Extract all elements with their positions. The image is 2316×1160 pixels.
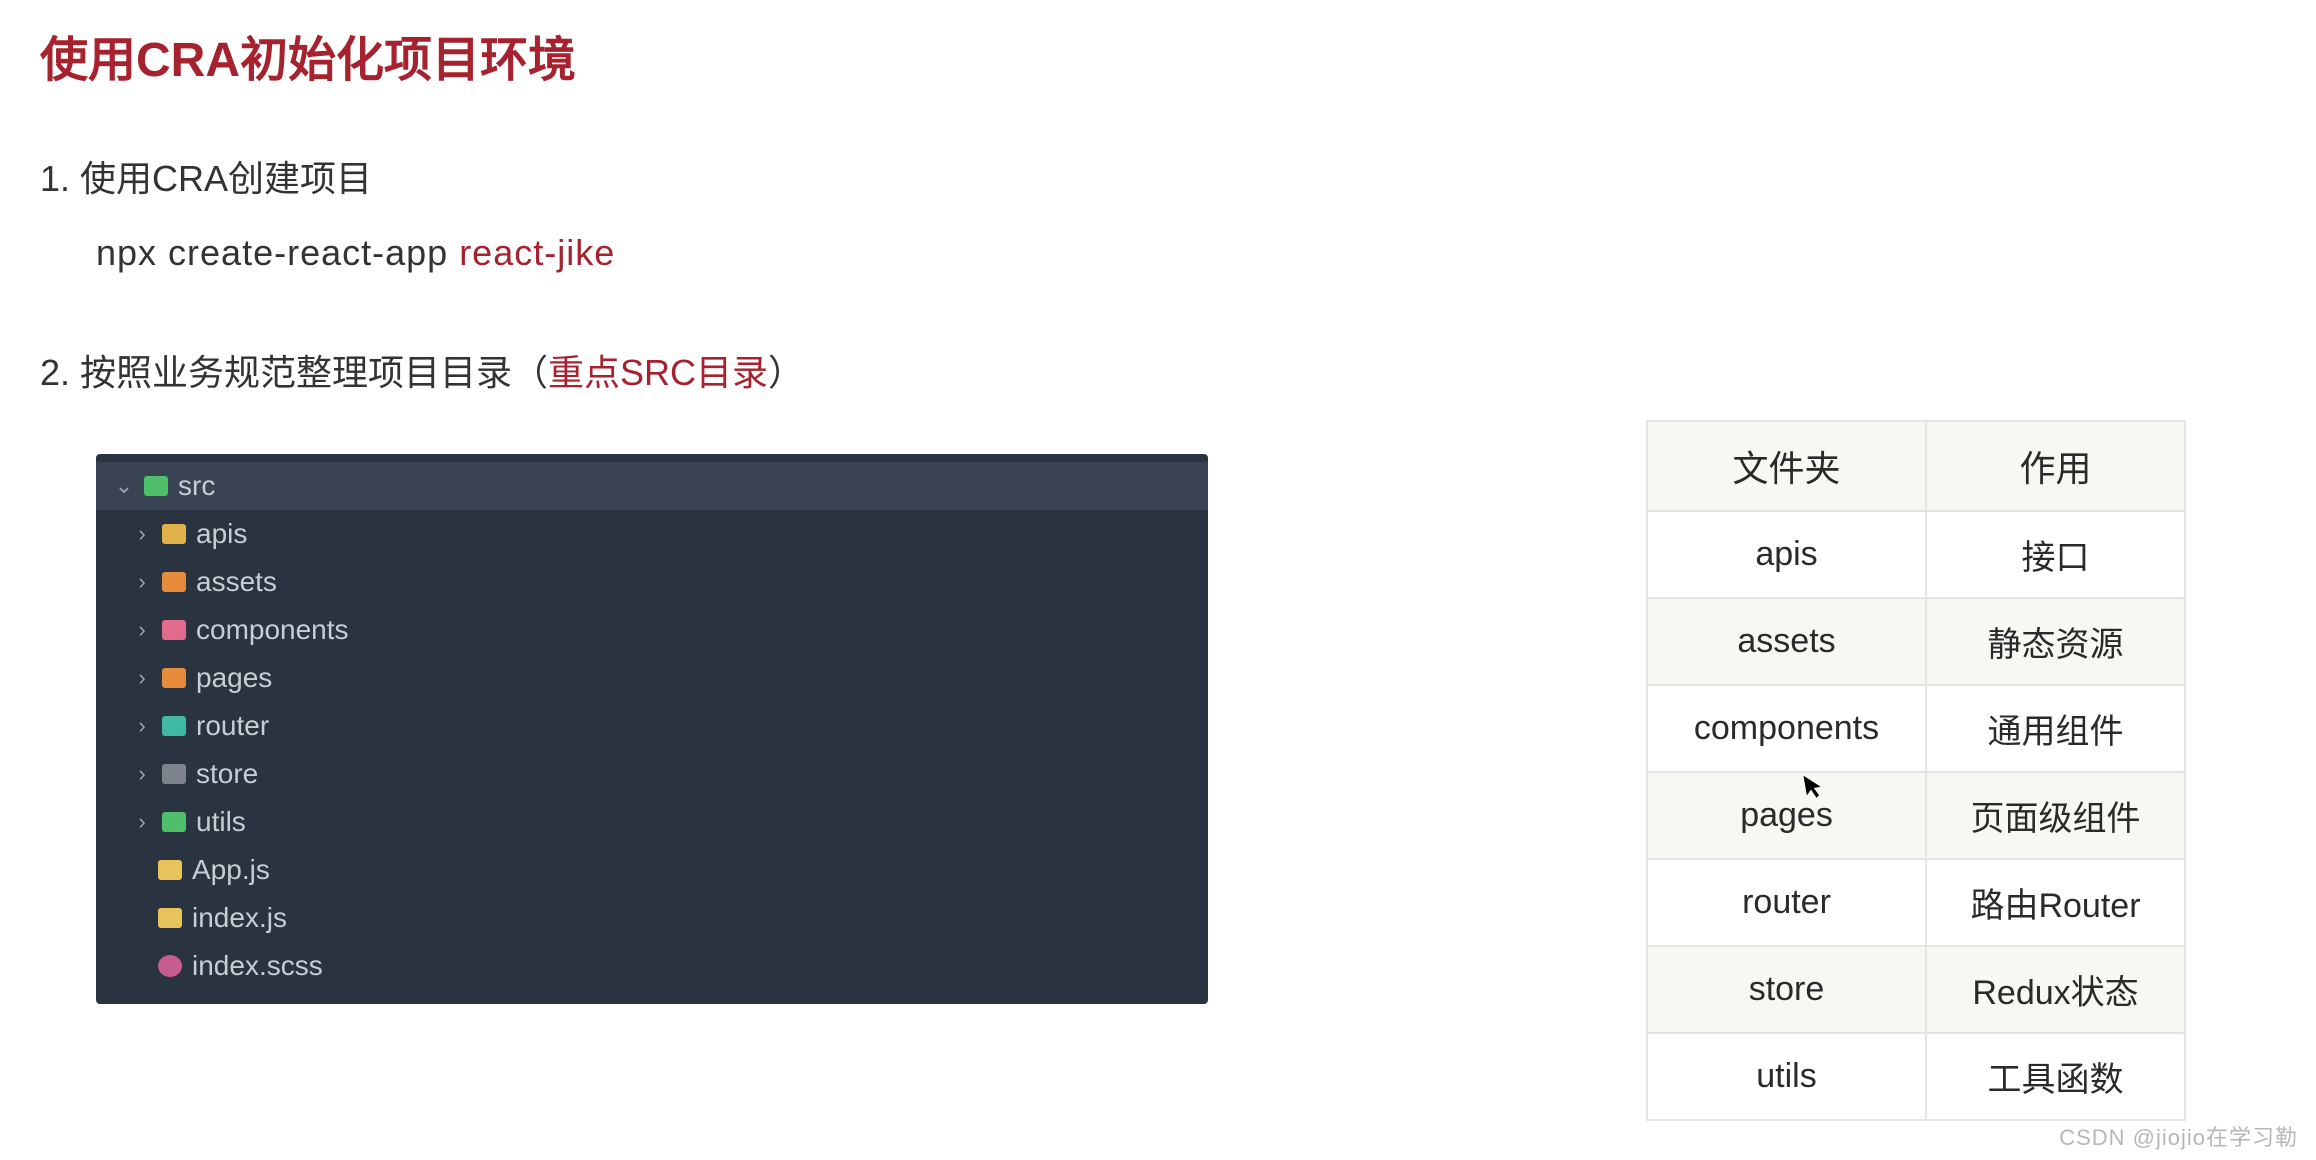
tree-root-row[interactable]: ⌄ src	[96, 462, 1208, 510]
tree-item-store[interactable]: › store	[96, 750, 1208, 798]
tree-item-utils[interactable]: › utils	[96, 798, 1208, 846]
table-cell-folder: pages	[1647, 772, 1926, 859]
table-cell-desc: 通用组件	[1926, 685, 2185, 772]
file-tree-panel: ⌄ src › apis › assets › compone	[96, 454, 1208, 1004]
tree-file-index-js[interactable]: index.js	[96, 894, 1208, 942]
table-cell-folder: store	[1647, 946, 1926, 1033]
chevron-right-icon: ›	[132, 809, 152, 835]
chevron-right-icon: ›	[132, 521, 152, 547]
tree-item-assets[interactable]: › assets	[96, 558, 1208, 606]
table-cell-folder: apis	[1647, 511, 1926, 598]
table-row: components 通用组件	[1647, 685, 2185, 772]
table-cell-desc: 路由Router	[1926, 859, 2185, 946]
tree-file-app-js[interactable]: App.js	[96, 846, 1208, 894]
tree-item-components[interactable]: › components	[96, 606, 1208, 654]
chevron-down-icon: ⌄	[114, 473, 134, 499]
section2-highlight: 重点SRC目录	[548, 352, 768, 393]
table-cell-desc: 工具函数	[1926, 1033, 2185, 1120]
folder-icon	[162, 620, 186, 640]
tree-file-label: App.js	[192, 854, 270, 886]
table-cell-desc: 接口	[1926, 511, 2185, 598]
chevron-right-icon: ›	[132, 713, 152, 739]
tree-file-label: index.js	[192, 902, 287, 934]
section2-heading: 2. 按照业务规范整理项目目录（重点SRC目录）	[40, 344, 2276, 396]
table-cell-folder: assets	[1647, 598, 1926, 685]
js-file-icon	[158, 860, 182, 880]
table-cell-folder: components	[1647, 685, 1926, 772]
table-row: pages 页面级组件	[1647, 772, 2185, 859]
table-cell-folder: utils	[1647, 1033, 1926, 1120]
tree-item-label: store	[196, 758, 258, 790]
table-cell-desc: 静态资源	[1926, 598, 2185, 685]
folder-icon	[162, 812, 186, 832]
folder-icon	[162, 716, 186, 736]
tree-file-index-scss[interactable]: index.scss	[96, 942, 1208, 990]
section-1: 1. 使用CRA创建项目 npx create-react-app react-…	[40, 150, 2276, 274]
folder-icon	[162, 572, 186, 592]
command-prefix: npx create-react-app	[96, 232, 459, 273]
section2-suffix: ）	[768, 352, 804, 393]
tree-item-label: utils	[196, 806, 246, 838]
chevron-right-icon: ›	[132, 617, 152, 643]
table-header-purpose: 作用	[1926, 421, 2185, 511]
folder-icon	[162, 668, 186, 688]
tree-item-label: components	[196, 614, 349, 646]
chevron-right-icon: ›	[132, 569, 152, 595]
folder-purpose-table-container: 文件夹 作用 apis 接口 assets 静态资源 components 通用…	[1646, 420, 2186, 1121]
command-arg: react-jike	[459, 232, 615, 273]
table-row: assets 静态资源	[1647, 598, 2185, 685]
page-title: 使用CRA初始化项目环境	[40, 20, 2276, 90]
chevron-right-icon: ›	[132, 761, 152, 787]
cra-command: npx create-react-app react-jike	[96, 232, 2276, 274]
tree-root-label: src	[178, 470, 215, 502]
section1-heading: 1. 使用CRA创建项目	[40, 150, 2276, 202]
tree-item-label: assets	[196, 566, 277, 598]
table-cell-folder: router	[1647, 859, 1926, 946]
tree-item-apis[interactable]: › apis	[96, 510, 1208, 558]
scss-file-icon	[158, 955, 182, 977]
tree-item-label: pages	[196, 662, 272, 694]
folder-purpose-table: 文件夹 作用 apis 接口 assets 静态资源 components 通用…	[1646, 420, 2186, 1121]
table-cell-desc: 页面级组件	[1926, 772, 2185, 859]
table-row: router 路由Router	[1647, 859, 2185, 946]
table-header-folder: 文件夹	[1647, 421, 1926, 511]
tree-file-label: index.scss	[192, 950, 323, 982]
watermark: CSDN @jiojio在学习勒	[2059, 1120, 2298, 1152]
tree-item-router[interactable]: › router	[96, 702, 1208, 750]
section2-prefix: 2. 按照业务规范整理项目目录（	[40, 352, 548, 393]
js-file-icon	[158, 908, 182, 928]
folder-icon	[144, 476, 168, 496]
tree-item-label: apis	[196, 518, 247, 550]
folder-icon	[162, 764, 186, 784]
folder-icon	[162, 524, 186, 544]
table-row: utils 工具函数	[1647, 1033, 2185, 1120]
table-row: store Redux状态	[1647, 946, 2185, 1033]
table-cell-desc: Redux状态	[1926, 946, 2185, 1033]
tree-item-label: router	[196, 710, 269, 742]
tree-item-pages[interactable]: › pages	[96, 654, 1208, 702]
chevron-right-icon: ›	[132, 665, 152, 691]
table-row: apis 接口	[1647, 511, 2185, 598]
